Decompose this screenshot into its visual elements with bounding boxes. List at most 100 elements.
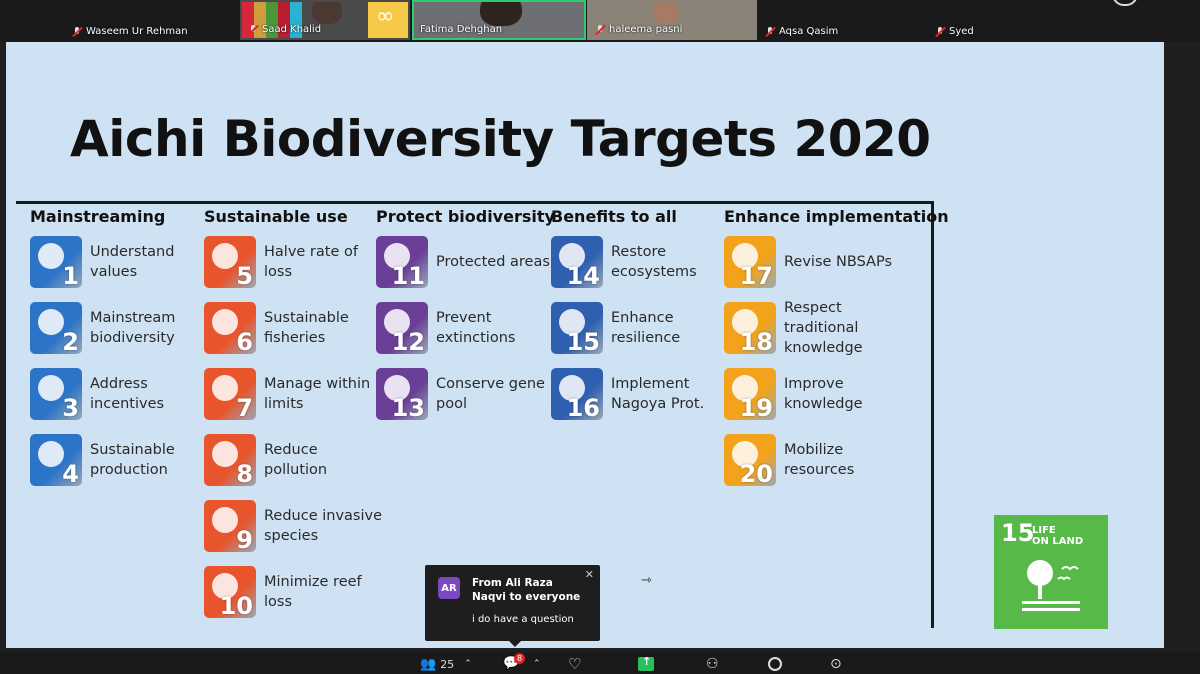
more-button[interactable]: ⊙ [830, 655, 842, 673]
reactions-button[interactable]: ♡ [568, 655, 581, 673]
target-column: Benefits to all 14 Restore ecosystems 15 Enh… [551, 207, 731, 434]
binary-icon: 19 [724, 368, 776, 420]
recycle-icon: 4 [30, 434, 82, 486]
column-heading: Enhance implementation [724, 207, 949, 226]
leaf-hand-icon: 16 [551, 368, 603, 420]
target-item: 9 Reduce invasive species [204, 500, 384, 552]
sdg-15-badge: 15 LIFE ON LAND [994, 515, 1108, 629]
target-item: 11 Protected areas [376, 236, 556, 288]
mic-muted-icon [765, 26, 775, 37]
more-icon: ⊙ [830, 656, 842, 672]
participant-name: Saad Khalid [262, 24, 322, 35]
target-label: Understand values [90, 244, 175, 280]
participant-video [480, 2, 522, 26]
participant-tile[interactable]: Syed [929, 0, 1029, 40]
chess-icon: 17 [724, 236, 776, 288]
record-icon [768, 657, 782, 671]
target-item: 16 Implement Nagoya Prot. [551, 368, 731, 420]
mic-muted-icon [72, 26, 82, 37]
participant-tile[interactable]: haleema pasni [587, 0, 757, 40]
sender-avatar: AR [438, 577, 460, 599]
mouse-cursor-icon: ⇾ [641, 573, 652, 588]
mic-muted-icon [248, 24, 258, 35]
target-label: Mobilize resources [784, 442, 855, 478]
participant-name: Fatima Dehghan [420, 24, 503, 35]
target-label: Reduce pollution [264, 442, 328, 478]
chat-unread-badge: 8 [514, 653, 525, 664]
target-number: 9 [236, 526, 253, 552]
strip-scroll-icon[interactable] [1112, 0, 1138, 6]
participant-name: Waseem Ur Rehman [86, 26, 188, 37]
target-item: 4 Sustainable production [30, 434, 210, 486]
fish-icon: 6 [204, 302, 256, 354]
target-number: 14 [566, 262, 600, 288]
target-item: 17 Revise NBSAPs [724, 236, 949, 288]
target-number: 1 [62, 262, 79, 288]
target-item: 2 Mainstream biodiversity [30, 302, 210, 354]
chat-sender: From Ali Raza Naqvi to everyone [472, 577, 581, 603]
participant-tile[interactable]: Aqsa Qasim [759, 0, 929, 40]
participant-video [653, 2, 679, 24]
map-icon: 3 [30, 368, 82, 420]
target-number: 7 [236, 394, 253, 420]
chevron-up-icon[interactable]: ⌃ [533, 659, 541, 669]
target-number: 19 [739, 394, 773, 420]
target-item: 3 Address incentives [30, 368, 210, 420]
share-screen-icon [638, 655, 654, 671]
slide-title: Aichi Biodiversity Targets 2020 [70, 110, 931, 168]
target-label: Protected areas [436, 254, 550, 270]
heart-icon: ♡ [568, 655, 582, 673]
tree-icon: 2 [30, 302, 82, 354]
fence-icon: 11 [376, 236, 428, 288]
target-column: Sustainable use 5 Halve rate of loss 6 Susta… [204, 207, 384, 632]
target-item: 20 Mobilize resources [724, 434, 949, 486]
tree-birds-icon [1022, 560, 1080, 611]
rain-icon: 14 [551, 236, 603, 288]
close-icon[interactable]: ✕ [585, 568, 594, 581]
participant-name: haleema pasni [609, 24, 683, 35]
column-heading: Protect biodiversity [376, 207, 555, 226]
record-button[interactable] [768, 655, 782, 673]
target-item: 15 Enhance resilience [551, 302, 731, 354]
participants-button[interactable]: 👥 25 ⌃ [420, 655, 472, 673]
target-item: 12 Prevent extinctions [376, 302, 556, 354]
apps-button[interactable]: ⚇ [706, 655, 719, 673]
target-column: Enhance implementation 17 Revise NBSAPs 18 R… [724, 207, 949, 500]
target-label: Mainstream biodiversity [90, 310, 176, 346]
target-label: Implement Nagoya Prot. [611, 376, 705, 412]
shared-slide: Aichi Biodiversity Targets 2020 Mainstre… [6, 42, 1164, 648]
target-number: 2 [62, 328, 79, 354]
network-icon: 15 [551, 302, 603, 354]
column-heading: Sustainable use [204, 207, 348, 226]
checkbox-icon: 7 [204, 368, 256, 420]
target-label: Manage within limits [264, 376, 371, 412]
column-heading: Benefits to all [551, 207, 677, 226]
participant-name: Aqsa Qasim [779, 26, 839, 37]
target-item: 5 Halve rate of loss [204, 236, 384, 288]
chat-notification[interactable]: AR From Ali Raza Naqvi to everyone i do … [425, 565, 600, 647]
mic-muted-icon [595, 24, 605, 35]
participants-count: 25 [440, 657, 455, 671]
target-number: 8 [236, 460, 253, 486]
target-label: Conserve gene pool [436, 376, 545, 412]
footprints-icon: 9 [204, 500, 256, 552]
participant-name: Syed [949, 26, 974, 37]
chevron-up-icon[interactable]: ⌃ [464, 659, 472, 669]
mic-muted-icon [935, 26, 945, 37]
target-number: 3 [62, 394, 79, 420]
participant-strip: Waseem Ur Rehman Saad Khalid Fatima Dehg… [0, 0, 1200, 42]
participant-tile-active[interactable]: Fatima Dehghan [412, 0, 586, 40]
target-number: 13 [391, 394, 425, 420]
target-item: 14 Restore ecosystems [551, 236, 731, 288]
chat-button[interactable]: 💬 8 ⌃ [503, 653, 541, 673]
share-screen-button[interactable] [638, 655, 654, 673]
participant-tile[interactable]: Waseem Ur Rehman [66, 0, 236, 40]
factory-icon: 8 [204, 434, 256, 486]
participant-tile[interactable]: Saad Khalid [240, 0, 410, 40]
chat-message: i do have a question [472, 614, 574, 625]
target-label: Sustainable production [90, 442, 175, 478]
target-label: Sustainable fisheries [264, 310, 349, 346]
sdg-text-line2: ON LAND [1032, 536, 1084, 547]
apps-icon: ⚇ [706, 656, 719, 672]
target-number: 6 [236, 328, 253, 354]
